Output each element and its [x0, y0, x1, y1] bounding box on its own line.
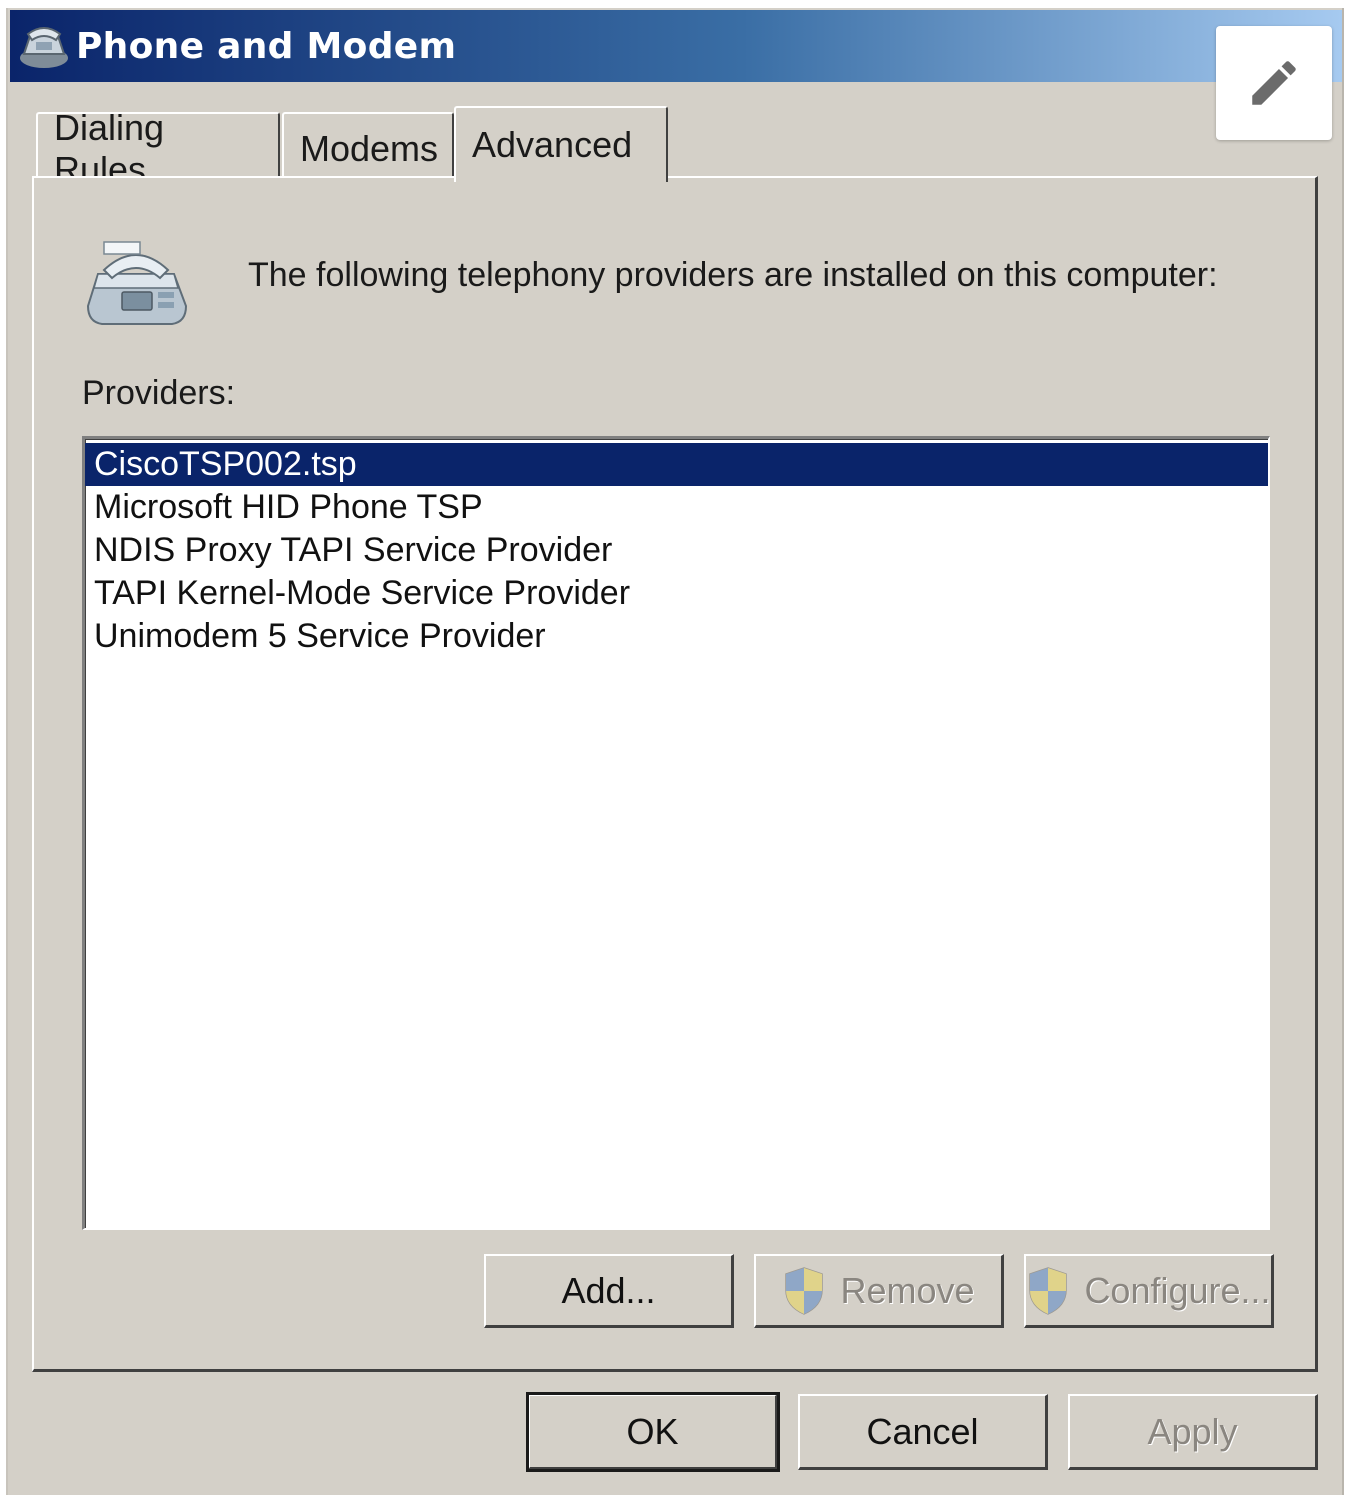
uac-shield-icon: [1029, 1266, 1068, 1315]
configure-button[interactable]: Configure...: [1024, 1254, 1274, 1328]
window-title: Phone and Modem: [76, 25, 457, 67]
list-item[interactable]: NDIS Proxy TAPI Service Provider: [85, 529, 1268, 572]
list-item[interactable]: Microsoft HID Phone TSP: [85, 486, 1268, 529]
add-button-label: Add...: [561, 1269, 656, 1311]
cancel-button-label: Cancel: [866, 1410, 979, 1452]
phone-modem-app-icon: [20, 27, 68, 68]
telephone-fax-icon: [86, 241, 188, 325]
tab-advanced[interactable]: Advanced: [454, 106, 668, 182]
apply-button[interactable]: Apply: [1068, 1394, 1318, 1470]
advanced-tab-panel: The following telephony providers are in…: [32, 176, 1318, 1372]
tab-dialing-rules[interactable]: Dialing Rules: [36, 107, 280, 190]
ok-button[interactable]: OK: [526, 1392, 780, 1472]
tab-label: Modems: [300, 128, 439, 169]
uac-shield-icon: [785, 1266, 824, 1315]
tab-modems[interactable]: Modems: [282, 112, 454, 184]
ok-button-label: OK: [626, 1410, 679, 1452]
configure-button-label: Configure...: [1084, 1269, 1271, 1311]
providers-label: Providers:: [82, 374, 236, 412]
edit-button[interactable]: [1216, 26, 1332, 140]
remove-button[interactable]: Remove: [754, 1254, 1004, 1328]
info-text: The following telephony providers are in…: [248, 256, 1218, 294]
tab-label: Advanced: [472, 124, 633, 165]
providers-listbox[interactable]: CiscoTSP002.tsp Microsoft HID Phone TSP …: [82, 436, 1270, 1230]
list-item[interactable]: TAPI Kernel-Mode Service Provider: [85, 572, 1268, 615]
apply-button-label: Apply: [1147, 1410, 1238, 1452]
phone-and-modem-dialog: Phone and Modem Dialing Rules Modems Adv…: [6, 8, 1344, 1495]
list-item[interactable]: Unimodem 5 Service Provider: [85, 615, 1268, 658]
list-item[interactable]: CiscoTSP002.tsp: [85, 443, 1268, 486]
cancel-button[interactable]: Cancel: [798, 1394, 1048, 1470]
pencil-icon: [1252, 61, 1296, 105]
add-button[interactable]: Add...: [484, 1254, 734, 1328]
remove-button-label: Remove: [840, 1269, 975, 1311]
title-bar[interactable]: Phone and Modem: [10, 10, 1342, 82]
